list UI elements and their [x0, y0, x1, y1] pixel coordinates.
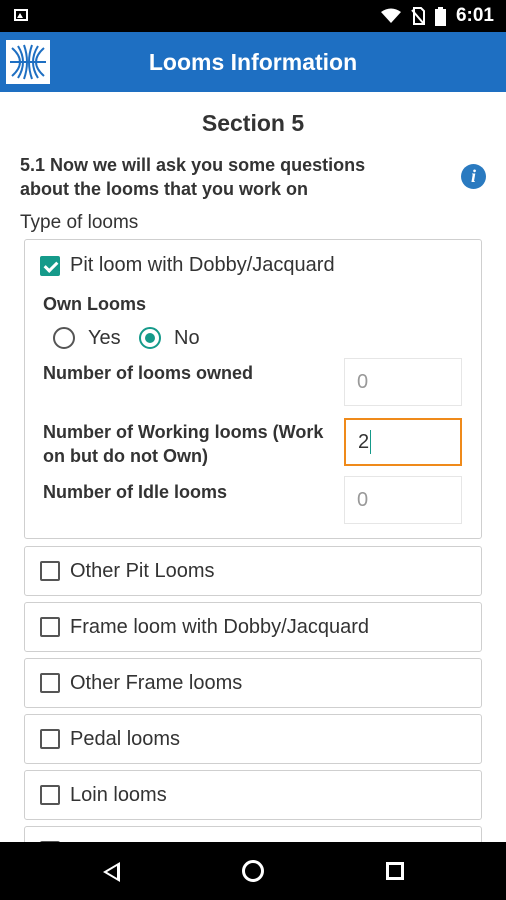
loom-type-label[interactable]: Frame loom with Dobby/Jacquard — [70, 616, 369, 639]
gallery-notification-icon — [14, 9, 28, 21]
working-looms-value: 2 — [358, 430, 370, 453]
no-sim-icon — [411, 7, 425, 25]
looms-owned-label: Number of looms owned — [43, 363, 254, 383]
radio-own-yes[interactable] — [53, 327, 75, 349]
idle-looms-input[interactable]: 0 — [344, 476, 462, 524]
loom-card-pit-dobby: Pit loom with Dobby/Jacquard Own Looms Y… — [24, 239, 482, 539]
checkbox-pedal[interactable] — [40, 729, 60, 749]
checkbox-frame-dobby[interactable] — [40, 617, 60, 637]
idle-looms-label: Number of Idle looms — [43, 482, 228, 502]
radio-yes-label[interactable]: Yes — [88, 327, 121, 350]
home-icon[interactable] — [242, 860, 264, 882]
recents-icon[interactable] — [386, 862, 404, 880]
app-bar: Looms Information — [0, 32, 506, 92]
type-of-looms-label: Type of looms — [20, 212, 139, 233]
status-icons: 6:01 — [380, 0, 494, 32]
idle-looms-value: 0 — [357, 488, 369, 511]
text-caret — [370, 430, 372, 454]
status-bar: 6:01 — [0, 0, 506, 32]
status-time: 6:01 — [455, 5, 494, 26]
checkbox-loin[interactable] — [40, 785, 60, 805]
loom-type-label[interactable]: Other Frame looms — [70, 672, 242, 695]
working-looms-input[interactable]: 2 — [344, 418, 462, 466]
page-title: Looms Information — [148, 49, 358, 75]
loom-type-label[interactable]: Other Pit Looms — [70, 560, 215, 583]
working-looms-label: Number of Working looms (Work on but do … — [43, 422, 324, 466]
radio-no-label[interactable]: No — [174, 327, 200, 350]
checkbox-pit-dobby[interactable] — [40, 256, 60, 276]
radio-own-no[interactable] — [139, 327, 161, 349]
question-text: 5.1 Now we will ask you some questions a… — [20, 155, 366, 199]
looms-owned-input[interactable]: 0 — [344, 358, 462, 406]
wifi-icon — [380, 8, 401, 23]
looms-owned-value: 0 — [357, 370, 369, 393]
loom-type-label[interactable]: Loin looms — [70, 784, 167, 807]
loom-card-other-pit[interactable]: Other Pit Looms — [24, 546, 482, 596]
info-icon[interactable]: i — [461, 164, 486, 189]
loom-card-frame-dobby[interactable]: Frame loom with Dobby/Jacquard — [24, 602, 482, 652]
loom-card-loin[interactable]: Loin looms — [24, 770, 482, 820]
back-icon[interactable] — [103, 862, 120, 882]
checkbox-other-pit[interactable] — [40, 561, 60, 581]
loom-type-label[interactable]: Pit loom with Dobby/Jacquard — [70, 254, 335, 277]
loom-card-partial[interactable] — [24, 826, 482, 842]
loom-card-pedal[interactable]: Pedal looms — [24, 714, 482, 764]
section-title: Section 5 — [201, 110, 305, 136]
loom-type-label[interactable]: Pedal looms — [70, 728, 180, 751]
battery-icon — [434, 6, 446, 26]
own-looms-label: Own Looms — [43, 294, 146, 314]
loom-card-other-frame[interactable]: Other Frame looms — [24, 658, 482, 708]
checkbox-other-frame[interactable] — [40, 673, 60, 693]
navigation-bar — [0, 842, 506, 900]
form-scroll-area[interactable]: Section 5 5.1 Now we will ask you some q… — [0, 92, 506, 842]
